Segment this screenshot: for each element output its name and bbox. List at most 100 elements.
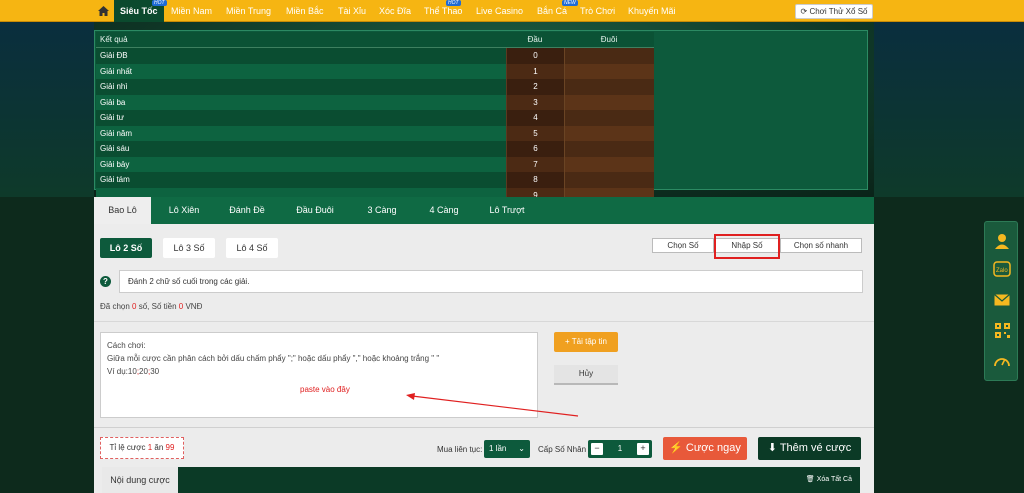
cap-so-nhan-label: Cấp Số Nhân: [538, 445, 587, 454]
help-text: Đánh 2 chữ số cuối trong các giải.: [119, 270, 863, 293]
bet-label: Cược ngay: [685, 442, 741, 454]
add-ticket-button[interactable]: ⬇ Thêm vé cược: [758, 437, 861, 460]
nav-live-casino[interactable]: Live Casino: [470, 0, 529, 22]
nav-khuyen-mai[interactable]: Khuyến Mãi: [622, 0, 682, 22]
result-row: Giải sáu 6: [96, 141, 654, 157]
prize-name: Giải sáu: [100, 144, 130, 153]
qr-code-icon[interactable]: [993, 321, 1011, 339]
example-b: 20: [139, 367, 148, 376]
odds-label: Tỉ lệ cược: [109, 443, 146, 452]
prize-value: [158, 141, 506, 157]
paste-note: paste vào đây: [300, 385, 350, 394]
result-row: Giải tám 8: [96, 172, 654, 188]
prize-name: Giải tư: [100, 113, 125, 122]
prize-value: [158, 172, 506, 188]
bet-type-tabs: Bao Lô Lô Xiên Đánh Đề Đầu Đuôi 3 Càng 4…: [94, 197, 874, 224]
result-row: Giải ba 3: [96, 94, 654, 110]
chon-so-nhanh-button[interactable]: Chọn số nhanh: [780, 238, 862, 253]
upload-button[interactable]: + Tải tập tin: [554, 332, 618, 352]
bet-content-header: Nội dung cược 🗑 Xóa Tất Cả: [102, 467, 860, 493]
clear-all-button[interactable]: 🗑 Xóa Tất Cả: [806, 467, 852, 493]
tab-4-cang[interactable]: 4 Càng: [416, 197, 472, 224]
decrement-button[interactable]: −: [591, 443, 603, 455]
mua-lien-tuc-value: 1 lần: [489, 444, 507, 453]
dau-digit: 1: [506, 63, 564, 79]
odds-left: 1: [147, 443, 153, 452]
chon-so-button[interactable]: Chọn Số: [652, 238, 714, 253]
choi-thu-button[interactable]: ⟳ Chơi Thử Xổ Số: [795, 4, 873, 19]
home-icon[interactable]: [94, 0, 112, 22]
mail-icon[interactable]: [993, 291, 1011, 309]
odds-mid: ăn: [154, 443, 164, 452]
odds-box: Tỉ lệ cược 1 ăn 99: [100, 437, 184, 459]
nav-the-thao[interactable]: Thể Thao: [418, 0, 468, 22]
clear-all-label: Xóa Tất Cả: [816, 476, 852, 483]
tab-lo-truot[interactable]: Lô Trượt: [478, 197, 536, 224]
duoi-cell: [564, 79, 654, 95]
nav-mien-nam[interactable]: Miền Nam: [165, 0, 218, 22]
increment-button[interactable]: +: [637, 443, 649, 455]
lo-2-so-button[interactable]: Lô 2 Số: [100, 238, 152, 258]
nav-mien-bac[interactable]: Miền Bắc: [280, 0, 330, 22]
results-header: Kết quả Đầu Đuôi: [96, 32, 654, 48]
selected-count: 0: [132, 302, 137, 311]
tab-dau-duoi[interactable]: Đầu Đuôi: [282, 197, 348, 224]
highlight-box: [714, 234, 780, 259]
tab-bao-lo[interactable]: Bao Lô: [94, 197, 151, 224]
selected-unit: số,: [138, 302, 150, 311]
currency-label: VNĐ: [185, 302, 203, 311]
top-nav: Siêu Tốc HOT Miền Nam Miền Trung Miền Bắ…: [0, 0, 1024, 22]
instructions-title: Cách chơi:: [107, 341, 146, 350]
main-content: Lô 2 Số Lô 3 Số Lô 4 Số Chọn Số Nhập Số …: [94, 224, 874, 493]
dau-digit: 3: [506, 94, 564, 110]
nav-xoc-dia[interactable]: Xóc Đĩa: [373, 0, 417, 22]
nav-tro-choi[interactable]: Trò Chơi: [574, 0, 621, 22]
mua-lien-tuc-select[interactable]: 1 lần ⌄: [484, 440, 530, 458]
selection-summary: Đã chọn 0 số, Số tiền 0 VNĐ: [100, 302, 202, 311]
dau-digit: 4: [506, 110, 564, 126]
prize-value: [158, 157, 506, 173]
add-label: Thêm vé cược: [779, 442, 852, 454]
user-icon[interactable]: [993, 232, 1011, 250]
lo-4-so-button[interactable]: Lô 4 Số: [226, 238, 278, 258]
dau-digit: 0: [506, 48, 564, 64]
nav-mien-trung[interactable]: Miền Trung: [220, 0, 277, 22]
divider: [94, 321, 874, 322]
cap-so-nhan-stepper: − 1 +: [588, 440, 652, 458]
cap-so-nhan-value[interactable]: 1: [608, 440, 632, 458]
odds-right: 99: [165, 443, 175, 452]
dau-digit: 8: [506, 172, 564, 188]
cancel-button[interactable]: Hủy: [554, 365, 618, 385]
tab-noi-dung-cuoc[interactable]: Nội dung cược: [102, 467, 178, 493]
svg-text:Zalo: Zalo: [996, 268, 1008, 274]
lo-3-so-button[interactable]: Lô 3 Số: [163, 238, 215, 258]
result-row: Giải tư 4: [96, 110, 654, 126]
result-row: Giải nhất 1: [96, 63, 654, 80]
prize-name: Giải bảy: [100, 159, 130, 169]
example-prefix: Ví dụ:: [107, 367, 128, 376]
prize-name: Giải năm: [100, 128, 133, 138]
tab-lo-xien[interactable]: Lô Xiên: [154, 197, 214, 224]
nav-tai-xiu[interactable]: Tài Xỉu: [332, 0, 372, 22]
divider: [94, 427, 874, 428]
mua-lien-tuc-label: Mua liên tục:: [437, 445, 483, 454]
header-ket-qua: Kết quả: [100, 35, 128, 44]
prize-name: Giải nhất: [100, 66, 133, 76]
speedometer-icon[interactable]: [993, 352, 1011, 370]
prize-value: [158, 110, 506, 126]
duoi-cell: [564, 48, 654, 64]
tab-3-cang[interactable]: 3 Càng: [354, 197, 410, 224]
prize-value: [158, 64, 506, 80]
instructions-text: Giữa mỗi cược cần phân cách bởi dấu chấm…: [107, 354, 440, 363]
tab-danh-de[interactable]: Đánh Đề: [218, 197, 276, 224]
annotation-arrow: [406, 393, 579, 417]
example-a: 10: [127, 367, 137, 376]
example-c: 30: [150, 367, 160, 376]
result-row: Giải ĐB 0: [96, 48, 654, 64]
bet-now-button[interactable]: ⚡ Cược ngay: [663, 437, 747, 460]
duoi-cell: [564, 172, 654, 188]
selected-prefix: Đã chọn: [100, 302, 130, 311]
zalo-icon[interactable]: Zalo: [993, 260, 1011, 278]
money-label: Số tiền: [151, 302, 177, 311]
prize-value: [158, 48, 506, 64]
